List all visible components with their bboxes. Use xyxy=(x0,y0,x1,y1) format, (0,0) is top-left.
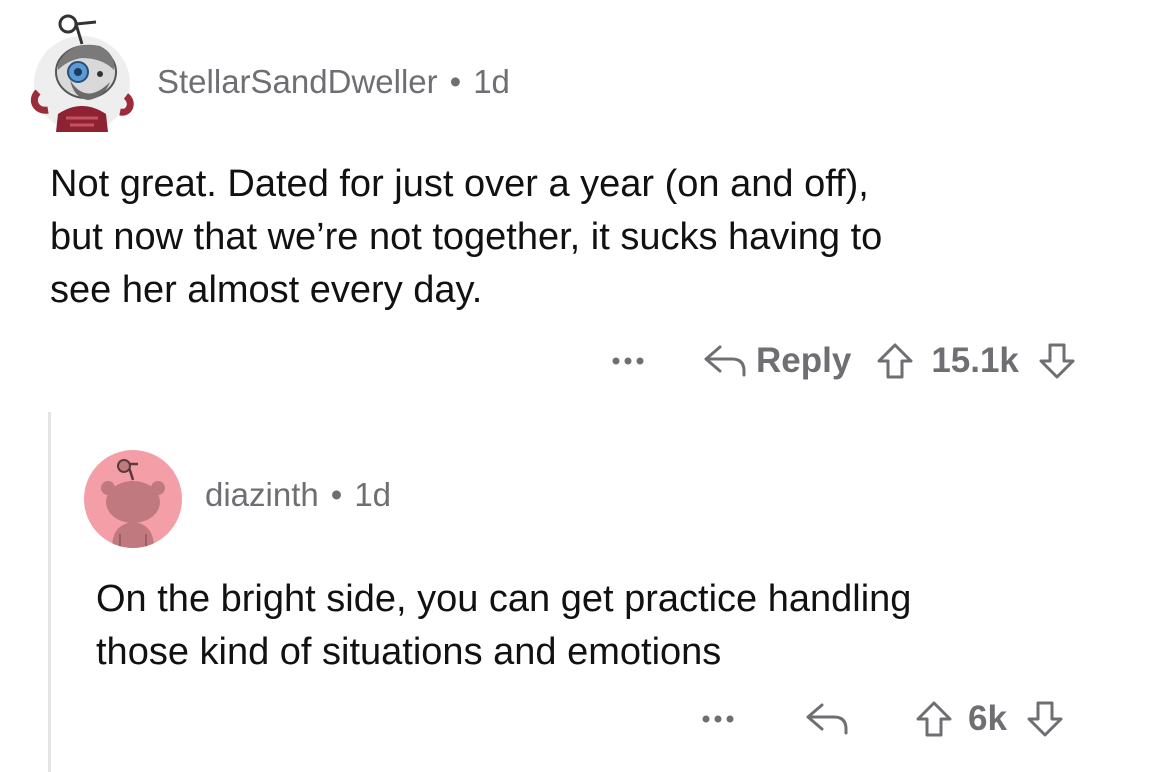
comment-body-line: see her almost every day. xyxy=(50,269,483,311)
avatar-illustration xyxy=(30,14,134,132)
reply-body-line: those kind of situations and emotions xyxy=(96,631,722,673)
meta-separator: • xyxy=(330,476,343,513)
reply-age: 1d xyxy=(354,476,392,513)
upvote-button[interactable] xyxy=(875,341,915,381)
comment-age: 1d xyxy=(473,63,510,100)
upvote-arrow-icon xyxy=(877,343,913,379)
reply-label: Reply xyxy=(756,341,852,380)
reply-meta: diazinth • 1d xyxy=(205,476,391,514)
downvote-button[interactable] xyxy=(1037,341,1077,381)
reply-body: On the bright side, you can get practice… xyxy=(96,573,911,679)
more-options-button[interactable] xyxy=(700,713,740,725)
comment-body-line: Not great. Dated for just over a year (o… xyxy=(50,163,869,205)
comment-body-line: but now that we’re not together, it suck… xyxy=(50,216,883,258)
vote-score: 15.1k xyxy=(931,341,1019,380)
reply-user-avatar[interactable] xyxy=(84,450,182,548)
comment-username[interactable]: StellarSandDweller xyxy=(157,63,438,101)
meta-separator: • xyxy=(449,63,462,100)
user-avatar[interactable] xyxy=(30,14,134,134)
vote-score: 6k xyxy=(968,699,1007,738)
downvote-arrow-icon xyxy=(1027,701,1063,737)
comment-body: Not great. Dated for just over a year (o… xyxy=(50,158,882,317)
more-options-button[interactable] xyxy=(610,355,650,367)
reply-button[interactable] xyxy=(804,699,850,739)
reply-arrow-icon xyxy=(806,703,848,735)
reply-body-line: On the bright side, you can get practice… xyxy=(96,578,912,620)
downvote-button[interactable] xyxy=(1025,699,1065,739)
ellipsis-icon xyxy=(702,715,734,723)
comment-actions: Reply 15.1k xyxy=(610,336,1077,386)
reply-arrow-icon xyxy=(704,345,746,377)
thread-line[interactable] xyxy=(48,412,51,772)
reply-button[interactable]: Reply xyxy=(702,341,851,381)
downvote-arrow-icon xyxy=(1039,343,1075,379)
snoo-avatar-icon xyxy=(101,459,165,548)
upvote-button[interactable] xyxy=(914,699,954,739)
comment-meta: StellarSandDweller • 1d xyxy=(157,63,510,101)
upvote-arrow-icon xyxy=(916,701,952,737)
ellipsis-icon xyxy=(612,357,644,365)
reply-username[interactable]: diazinth xyxy=(205,476,319,514)
reply-actions: 6k xyxy=(700,694,1065,744)
